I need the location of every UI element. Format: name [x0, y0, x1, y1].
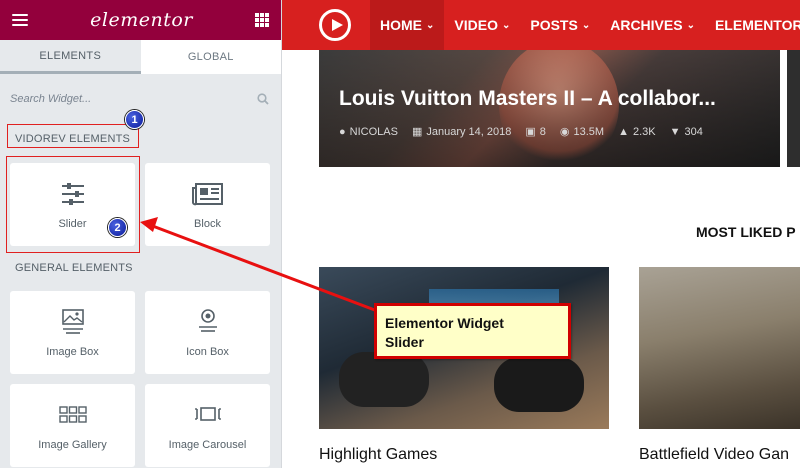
- main-menu: HOME⌄ VIDEO⌄ POSTS⌄ ARCHIVES⌄ ELEMENTOR⌄: [370, 0, 800, 50]
- meta-comments: ▣ 8: [525, 125, 546, 139]
- meta-date: ▦ January 14, 2018: [411, 125, 512, 139]
- site-preview: HOME⌄ VIDEO⌄ POSTS⌄ ARCHIVES⌄ ELEMENTOR⌄…: [282, 0, 800, 468]
- dislike-count: 304: [684, 125, 703, 138]
- nav-item-video[interactable]: VIDEO ⌄: [444, 0, 520, 50]
- like-count: 2.3K: [632, 125, 656, 138]
- meta-views: ◉ 13.5M: [559, 125, 605, 139]
- widget-label: Image Carousel: [168, 438, 247, 451]
- nav-item-archives[interactable]: ARCHIVES ⌄: [600, 0, 705, 50]
- widget-icon-box[interactable]: Icon Box: [145, 291, 270, 374]
- thumbs-up-icon: ▲: [618, 125, 629, 138]
- comment-count: 8: [539, 125, 546, 138]
- image-box-icon: [61, 308, 84, 334]
- widget-image-carousel[interactable]: Image Carousel: [145, 384, 270, 467]
- hero-next-image: [787, 50, 800, 167]
- menu-icon[interactable]: [12, 14, 28, 26]
- meta-dislikes: ▼ 304: [670, 125, 703, 138]
- chevron-down-icon: ⌄: [426, 19, 435, 31]
- calendar-icon: ▦: [411, 126, 423, 138]
- annotation-callout: Elementor Widget Slider: [374, 303, 571, 359]
- carousel-icon: [194, 406, 221, 421]
- site-navbar: HOME⌄ VIDEO⌄ POSTS⌄ ARCHIVES⌄ ELEMENTOR⌄: [282, 0, 800, 50]
- highlight-frame-category: [7, 124, 139, 148]
- nav-item-elementor[interactable]: ELEMENTOR⌄: [705, 0, 800, 50]
- section-title: MOST LIKED P: [696, 224, 796, 240]
- chevron-down-icon: ⌄: [501, 19, 511, 31]
- play-logo-icon[interactable]: [319, 9, 351, 41]
- step-badge-1: 1: [125, 110, 144, 129]
- author-name: NICOLAS: [349, 125, 398, 138]
- widget-label: Icon Box: [186, 345, 229, 358]
- chevron-down-icon: ⌄: [581, 19, 591, 31]
- gallery-grid-icon: [58, 405, 87, 423]
- post-date: January 14, 2018: [426, 125, 512, 138]
- widget-block[interactable]: Block: [145, 163, 270, 246]
- tab-elements[interactable]: ELEMENTS: [0, 40, 141, 74]
- nav-label: HOME: [380, 17, 422, 33]
- card-image-battlefield[interactable]: [639, 267, 800, 429]
- hero-post[interactable]: Louis Vuitton Masters II – A collabor...…: [319, 50, 780, 167]
- eye-icon: ◉: [559, 126, 570, 138]
- hero-meta: ● NICOLAS ▦ January 14, 2018 ▣ 8 ◉ 13.5M ▲ 2.…: [339, 125, 703, 139]
- elementor-panel: elementor ELEMENTS GLOBAL VIDOREV ELEMEN…: [0, 0, 282, 468]
- widget-label: Image Box: [46, 345, 99, 358]
- category-title-general: GENERAL ELEMENTS: [15, 262, 133, 274]
- widget-label: Block: [194, 217, 221, 230]
- nav-label: VIDEO: [454, 17, 498, 33]
- meta-likes: ▲ 2.3K: [618, 125, 656, 138]
- user-icon: ●: [339, 125, 346, 138]
- step-badge-2: 2: [108, 218, 127, 237]
- elementor-logo: elementor: [90, 9, 193, 31]
- thumbs-down-icon: ▼: [669, 125, 681, 138]
- view-count: 13.5M: [573, 125, 605, 138]
- panel-header: elementor: [0, 0, 281, 40]
- hero-title[interactable]: Louis Vuitton Masters II – A collabor...: [339, 87, 769, 111]
- nav-label: ARCHIVES: [610, 17, 683, 33]
- callout-line-1: Elementor Widget: [385, 315, 504, 331]
- search-icon: [257, 93, 269, 105]
- icon-box-icon: [198, 308, 217, 332]
- nav-label: ELEMENTOR: [714, 17, 800, 33]
- nav-label: POSTS: [530, 17, 578, 33]
- nav-item-posts[interactable]: POSTS ⌄: [520, 0, 600, 50]
- card-title-2[interactable]: Battlefield Video Gan: [639, 446, 789, 464]
- newspaper-icon: [191, 182, 223, 205]
- nav-item-home[interactable]: HOME ⌄: [370, 0, 445, 50]
- chevron-down-icon: ⌄: [686, 19, 695, 31]
- widget-label: Image Gallery: [38, 438, 107, 451]
- highlight-frame-slider: [6, 156, 140, 253]
- widget-image-gallery[interactable]: Image Gallery: [10, 384, 135, 467]
- widget-image-box[interactable]: Image Box: [10, 291, 135, 374]
- panel-tabs: ELEMENTS GLOBAL: [0, 40, 281, 74]
- callout-line-2: Slider: [385, 334, 424, 350]
- card-title-1[interactable]: Highlight Games: [319, 446, 437, 464]
- tab-global[interactable]: GLOBAL: [140, 40, 281, 74]
- meta-author[interactable]: ● NICOLAS: [339, 125, 398, 138]
- comment-icon: ▣: [525, 126, 536, 138]
- apps-grid-icon[interactable]: [254, 13, 269, 27]
- search-input[interactable]: [10, 93, 240, 105]
